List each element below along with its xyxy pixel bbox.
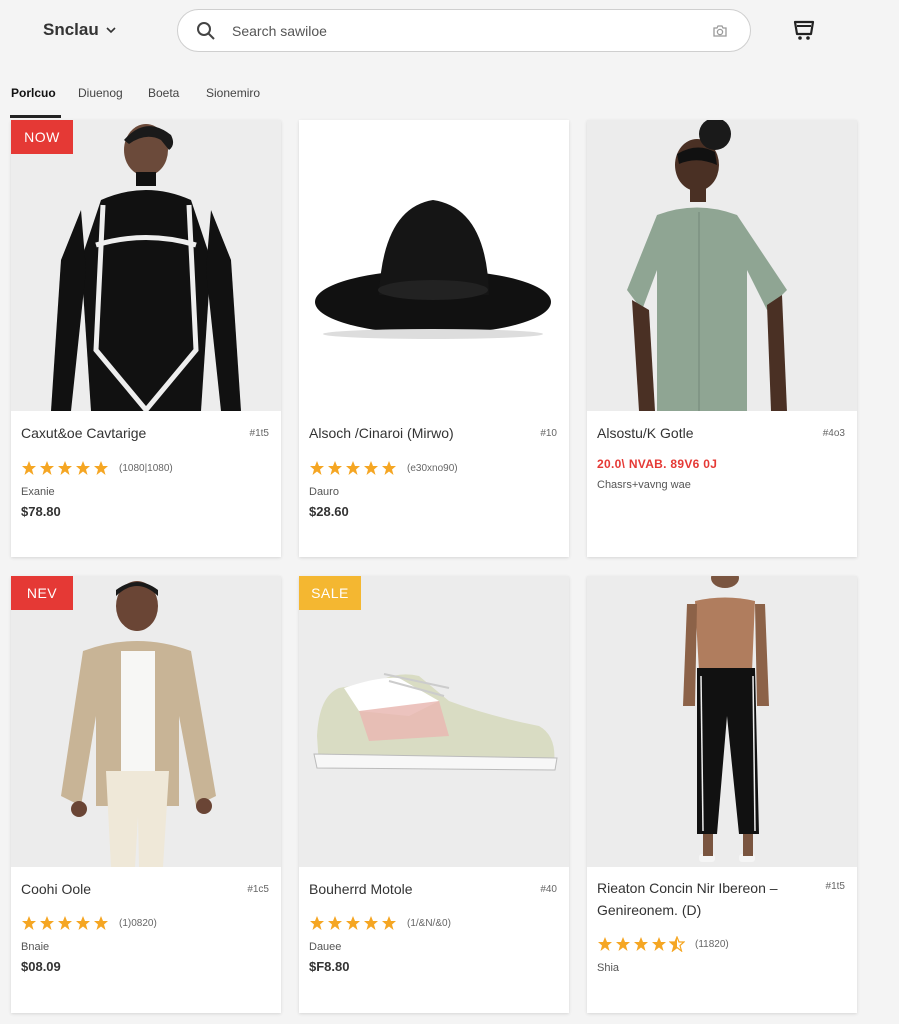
star-icon (364, 916, 378, 930)
product-price: $08.09 (21, 959, 61, 974)
search-input[interactable] (230, 21, 710, 40)
star-icon (328, 916, 342, 930)
product-image[interactable] (587, 120, 857, 411)
tab-4[interactable]: Sionemiro (206, 86, 260, 100)
product-price: $F8.80 (309, 959, 350, 974)
star-icon (58, 461, 72, 475)
sale-badge: SALE (299, 576, 361, 610)
product-code: #40 (540, 884, 557, 895)
half-star-icon (669, 936, 685, 952)
star-icon (94, 916, 108, 930)
tab-products[interactable]: Porlcuo (11, 86, 56, 100)
product-meta: Exanie (21, 486, 55, 498)
new-badge: NEV (11, 576, 73, 610)
product-meta: Dauro (309, 486, 339, 498)
product-name[interactable]: Bouherrd Motole (309, 881, 413, 897)
product-code: #1t5 (249, 428, 269, 439)
product-price: $78.80 (21, 504, 61, 519)
star-icon (382, 461, 396, 475)
star-icon (382, 916, 396, 930)
rating-stars: (11820) (597, 936, 729, 952)
star-icon (40, 461, 54, 475)
star-icon (634, 937, 648, 951)
rating-stars: (1/&N/&0) (309, 915, 451, 931)
rating-count: (1080|1080) (119, 462, 173, 474)
search-bar[interactable] (177, 9, 751, 52)
star-icon (76, 461, 90, 475)
product-meta: Dauee (309, 941, 342, 953)
star-icon (364, 461, 378, 475)
product-card[interactable]: Alsoch /Cinaroi (Mirwo) #10 (e30xno90) D… (299, 120, 569, 557)
product-card[interactable]: NEV Coohi Oole #1c5 (1)0820) Bnaie $08.0… (11, 576, 281, 1013)
product-meta: Chasrs+vavng wae (597, 479, 691, 491)
star-icon (94, 461, 108, 475)
product-price: $28.60 (309, 504, 349, 519)
brand-name: Snclau (43, 20, 99, 39)
tab-2[interactable]: Diuenog (78, 86, 123, 100)
product-card[interactable]: SALE Bouherrd Motole #40 (1/&N/&0) Dauee… (299, 576, 569, 1013)
product-code: #1t5 (825, 881, 845, 892)
star-icon (346, 916, 360, 930)
product-name[interactable]: Caxut&oe Cavtarige (21, 425, 146, 441)
product-name[interactable]: Coohi Oole (21, 881, 91, 897)
star-icon (616, 937, 630, 951)
product-card[interactable]: Alsostu/K Gotle #4o3 20.0\ NVAB. 89V6 0J… (587, 120, 857, 557)
product-image[interactable] (299, 120, 569, 411)
star-icon (76, 916, 90, 930)
cart-icon[interactable] (790, 16, 818, 44)
product-image[interactable] (299, 576, 569, 867)
rating-stars: (1)0820) (21, 915, 157, 931)
camera-search-icon[interactable] (710, 21, 730, 41)
product-card[interactable]: NOW Caxut&oe Cavtarige #1t5 (1080|1080) … (11, 120, 281, 557)
product-code: #4o3 (822, 428, 845, 439)
search-icon (197, 21, 215, 40)
store-selector[interactable]: Snclau (43, 20, 117, 40)
star-icon (22, 916, 36, 930)
star-icon (652, 937, 666, 951)
rating-stars: (1080|1080) (21, 460, 173, 476)
promo-text: 20.0\ NVAB. 89V6 0J (597, 457, 718, 471)
rating-count: (e30xno90) (407, 462, 458, 474)
product-code: #1c5 (247, 884, 269, 895)
chevron-down-icon (106, 27, 116, 34)
product-card[interactable]: Rieaton Concin Nir Ibereon – Genireonem.… (587, 576, 857, 1013)
star-icon (598, 937, 612, 951)
star-icon (328, 461, 342, 475)
rating-count: (1)0820) (119, 917, 157, 929)
star-icon (58, 916, 72, 930)
product-image[interactable] (587, 576, 857, 867)
rating-count: (1/&N/&0) (407, 917, 451, 929)
active-tab-indicator (10, 115, 61, 118)
product-meta: Bnaie (21, 941, 50, 953)
product-meta: Shia (597, 962, 620, 974)
rating-stars: (e30xno90) (309, 460, 458, 476)
star-icon (310, 461, 324, 475)
product-name[interactable]: Alsostu/K Gotle (597, 425, 694, 441)
star-icon (22, 461, 36, 475)
product-name[interactable]: Alsoch /Cinaroi (Mirwo) (309, 425, 454, 441)
tab-3[interactable]: Boeta (148, 86, 179, 100)
star-icon (346, 461, 360, 475)
product-image[interactable] (11, 576, 281, 867)
new-badge: NOW (11, 120, 73, 154)
category-tabs: Porlcuo Diuenog Boeta Sionemiro (0, 80, 899, 120)
product-name[interactable]: Rieaton Concin Nir Ibereon – Genireonem.… (597, 877, 807, 921)
header: Snclau (0, 0, 899, 64)
rating-count: (11820) (695, 938, 729, 950)
product-code: #10 (540, 428, 557, 439)
product-image[interactable] (11, 120, 281, 411)
star-icon (310, 916, 324, 930)
star-icon (40, 916, 54, 930)
